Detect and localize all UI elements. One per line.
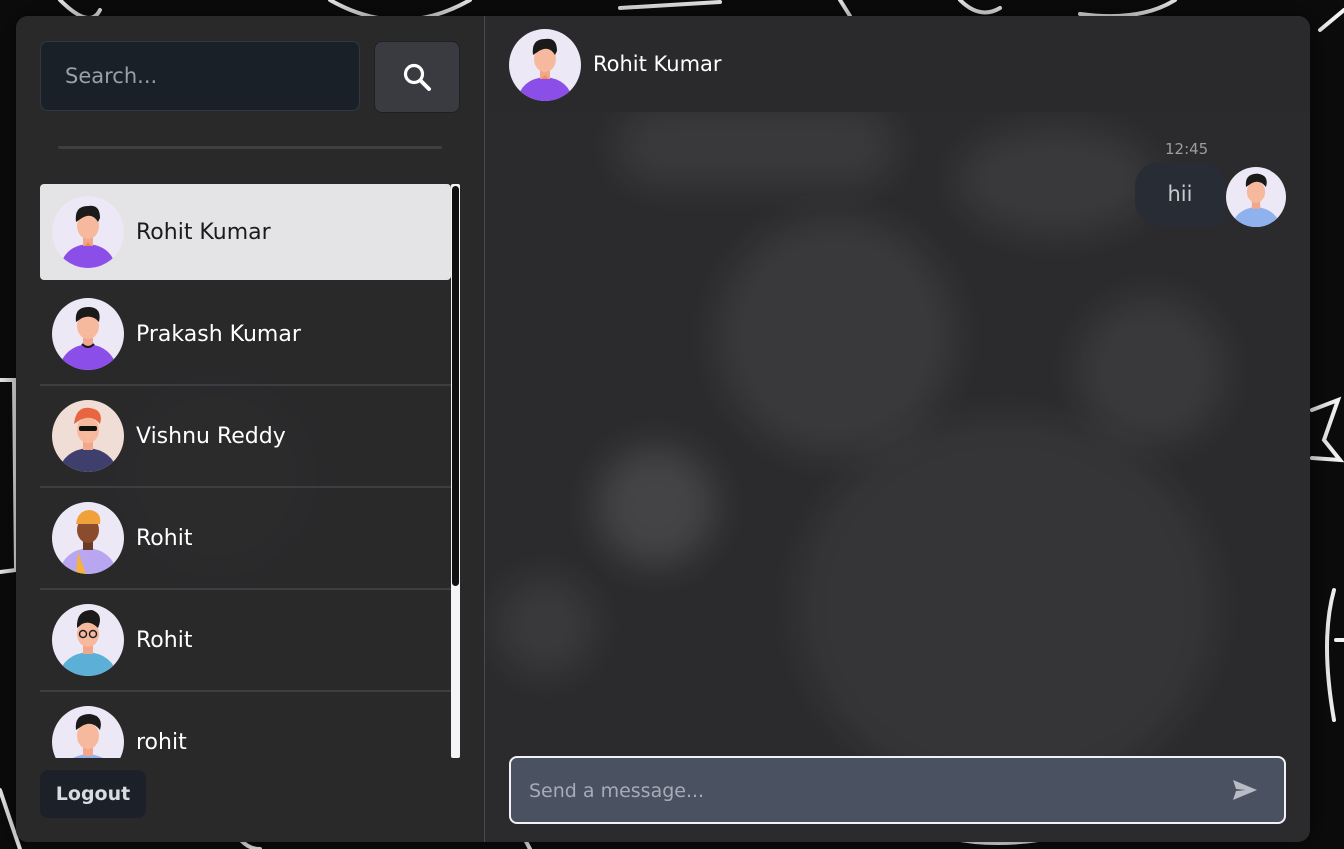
sidebar-divider bbox=[58, 146, 442, 149]
contact-name: rohit bbox=[136, 729, 187, 755]
sidebar: Rohit Kumar Prakash Kumar bbox=[16, 16, 485, 842]
search-button[interactable] bbox=[374, 41, 460, 113]
contact-item[interactable]: Rohit Kumar bbox=[40, 184, 451, 280]
contact-name: Rohit bbox=[136, 525, 193, 551]
avatar bbox=[52, 502, 124, 574]
contact-name: Rohit Kumar bbox=[136, 219, 271, 245]
logout-button[interactable]: Logout bbox=[40, 770, 146, 818]
send-icon bbox=[1233, 780, 1257, 800]
contact-name: Rohit bbox=[136, 627, 193, 653]
message-timestamp: 12:45 bbox=[1165, 140, 1209, 158]
avatar bbox=[52, 604, 124, 676]
contact-item[interactable]: Prakash Kumar bbox=[40, 284, 451, 386]
avatar bbox=[52, 400, 124, 472]
message-bubble: hii bbox=[1135, 162, 1225, 226]
avatar bbox=[52, 706, 124, 758]
search-input[interactable] bbox=[40, 41, 360, 111]
contact-list: Rohit Kumar Prakash Kumar Vishnu Reddy R… bbox=[40, 184, 451, 758]
scrollbar-thumb[interactable] bbox=[452, 186, 459, 586]
search-icon bbox=[403, 63, 431, 91]
contact-name: Prakash Kumar bbox=[136, 321, 301, 347]
avatar bbox=[52, 298, 124, 370]
chat-header: Rohit Kumar bbox=[485, 16, 1310, 112]
contact-name: Vishnu Reddy bbox=[136, 423, 286, 449]
contact-item[interactable]: Rohit bbox=[40, 488, 451, 590]
message-composer bbox=[509, 756, 1286, 824]
contact-item[interactable]: rohit bbox=[40, 692, 451, 758]
send-button[interactable] bbox=[1225, 770, 1265, 810]
contact-item[interactable]: Rohit bbox=[40, 590, 451, 692]
avatar bbox=[52, 196, 124, 268]
contact-item[interactable]: Vishnu Reddy bbox=[40, 386, 451, 488]
chat-app-window: Rohit Kumar Prakash Kumar bbox=[16, 16, 1310, 842]
avatar bbox=[1226, 167, 1286, 227]
avatar bbox=[509, 29, 581, 101]
chat-title: Rohit Kumar bbox=[593, 52, 722, 76]
message-input[interactable] bbox=[527, 758, 1221, 824]
